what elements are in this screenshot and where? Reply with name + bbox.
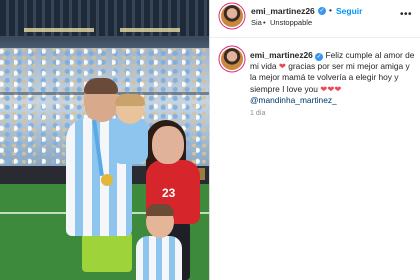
mention-link[interactable]: @mandinha_martinez_	[250, 95, 337, 105]
stadium-light	[24, 28, 94, 32]
verified-badge-icon: ✓	[318, 6, 326, 15]
jersey-number: 23	[162, 186, 176, 200]
audio-link[interactable]: Unstoppable	[270, 18, 312, 27]
follow-button[interactable]: Seguir	[336, 6, 362, 16]
post-sidebar: emi_martinez26 ✓ • Seguir Sia • Unstoppa…	[210, 0, 420, 280]
post-time[interactable]: 1 día	[250, 110, 266, 117]
verified-badge-icon: ✓	[315, 53, 324, 61]
girl-body	[112, 118, 148, 164]
medal-icon	[101, 174, 113, 186]
girl-hair	[115, 94, 145, 106]
location-link[interactable]: Sia	[251, 18, 262, 27]
boy-hair	[146, 204, 174, 216]
man-shorts	[82, 232, 132, 272]
more-options-icon[interactable]: •••	[400, 9, 412, 20]
author-avatar[interactable]	[221, 5, 243, 27]
author-username[interactable]: emi_martinez26	[251, 6, 315, 16]
separator-dot: •	[329, 5, 332, 15]
man-hair	[84, 78, 118, 94]
woman-head	[152, 126, 184, 164]
caption-username[interactable]: emi_martinez26	[250, 50, 313, 60]
stadium-light	[120, 28, 180, 32]
header-divider	[210, 37, 420, 38]
hearts-emoji-icon: ❤❤❤	[320, 83, 342, 94]
caption-avatar[interactable]	[221, 48, 243, 70]
post-photo[interactable]: 23	[0, 0, 209, 280]
boy-jersey	[136, 236, 182, 280]
heart-emoji-icon: ❤	[278, 61, 286, 72]
subline-separator: •	[263, 18, 266, 27]
post-caption: emi_martinez26 ✓ Feliz cumple al amor de…	[250, 50, 416, 106]
